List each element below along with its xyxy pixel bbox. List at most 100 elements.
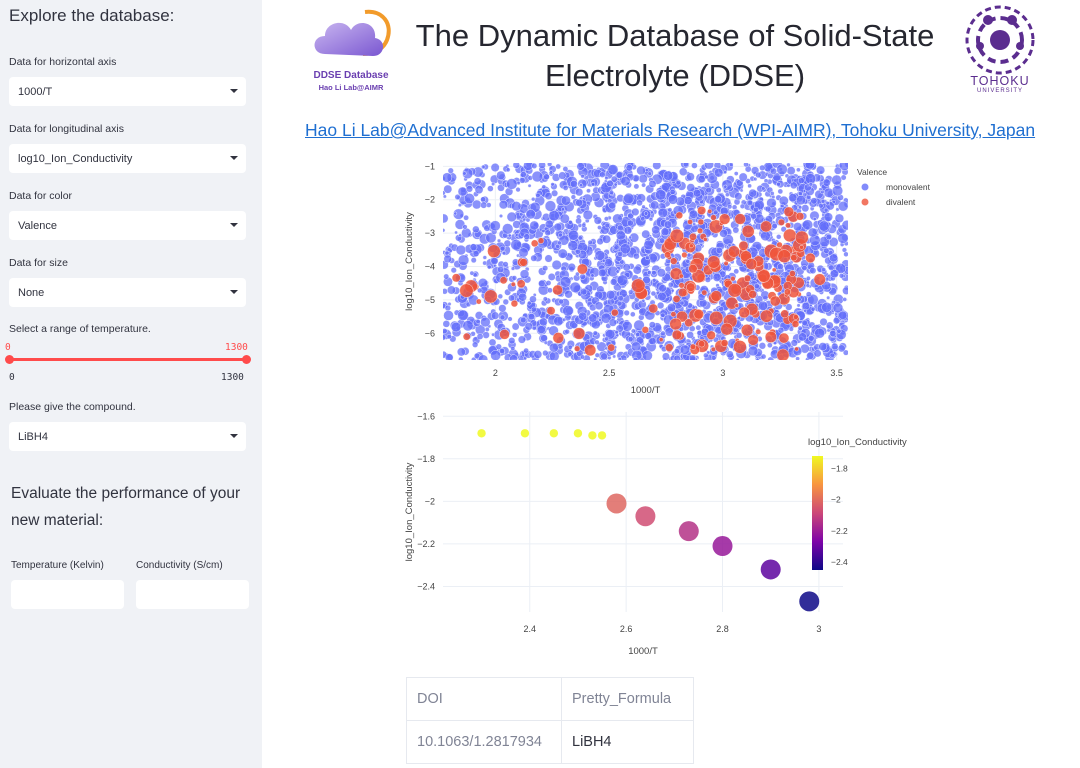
scatter-point bbox=[573, 429, 583, 438]
scatter-point-monovalent bbox=[777, 263, 784, 270]
scatter-point-monovalent bbox=[604, 258, 613, 268]
size-select[interactable]: None bbox=[9, 278, 246, 307]
scatter-point-monovalent bbox=[496, 170, 506, 180]
scatter-point-monovalent bbox=[547, 163, 553, 167]
scatter-point-monovalent bbox=[541, 184, 547, 190]
scatter-point-divalent bbox=[697, 227, 704, 234]
scatter-point-monovalent bbox=[478, 354, 489, 360]
scatter-point-monovalent bbox=[578, 311, 588, 321]
scatter-point-monovalent bbox=[643, 239, 654, 250]
scatter-point-monovalent bbox=[575, 188, 584, 197]
scatter-point-monovalent bbox=[535, 192, 541, 198]
scatter-point-monovalent bbox=[738, 172, 748, 182]
scatter-point-divalent bbox=[799, 245, 804, 250]
longitudinal-axis-select[interactable]: log10_Ion_Conductivity bbox=[9, 144, 246, 173]
scatter-point-monovalent bbox=[486, 264, 492, 270]
scatter-point-monovalent bbox=[617, 295, 624, 302]
scatter-point-monovalent bbox=[723, 184, 728, 189]
scatter-point-monovalent bbox=[614, 330, 619, 335]
scatter-point-monovalent bbox=[820, 198, 826, 204]
temperature-input[interactable] bbox=[11, 580, 124, 609]
scatter-point-monovalent bbox=[515, 187, 521, 193]
scatter-point-monovalent bbox=[825, 233, 832, 241]
scatter-point-monovalent bbox=[538, 279, 546, 288]
scatter-point-monovalent bbox=[770, 191, 775, 196]
compound-scatter-chart[interactable]: −1.6 −1.8 −2 −2.2 −2.4 2.4 2.6 2.8 3 1000/T log10_… bbox=[398, 410, 938, 660]
scatter-point-monovalent bbox=[821, 302, 832, 313]
scatter-point-monovalent bbox=[734, 192, 743, 201]
scatter-point-monovalent bbox=[648, 216, 654, 222]
scatter-point-monovalent bbox=[458, 356, 464, 360]
scatter-point-monovalent bbox=[737, 316, 741, 321]
scatter-point-divalent bbox=[459, 283, 474, 298]
scatter-point-divalent bbox=[519, 258, 528, 267]
valence-scatter-chart[interactable]: −1 −2 −3 −4 −5 −6 2 2.5 3 3.5 1000/T log10_Ion_Cond… bbox=[398, 155, 938, 405]
temperature-slider-track[interactable] bbox=[9, 358, 246, 361]
scatter-point-monovalent bbox=[842, 286, 848, 295]
y-tick-label: −2 bbox=[425, 195, 435, 205]
conductivity-input[interactable] bbox=[136, 580, 249, 609]
compound-value: LiBH4 bbox=[18, 430, 48, 443]
compound-select[interactable]: LiBH4 bbox=[9, 422, 246, 451]
scatter-point-monovalent bbox=[823, 207, 829, 213]
scatter-point-monovalent bbox=[567, 240, 579, 251]
scatter-point-divalent bbox=[748, 290, 757, 299]
scatter-point-divalent bbox=[760, 309, 773, 323]
scatter-point-monovalent bbox=[798, 205, 803, 210]
scatter-point-monovalent bbox=[564, 329, 570, 335]
scatter-point-monovalent bbox=[685, 258, 691, 264]
scatter-point-monovalent bbox=[777, 326, 785, 334]
scatter-point-monovalent bbox=[593, 357, 598, 360]
slider-high-value: 1300 bbox=[225, 342, 248, 353]
scatter-point-monovalent bbox=[665, 216, 670, 221]
scatter-point-monovalent bbox=[531, 163, 538, 169]
scatter-point-monovalent bbox=[603, 216, 609, 222]
scatter-point-monovalent bbox=[617, 357, 622, 360]
scatter-point-monovalent bbox=[544, 254, 553, 263]
scatter-point-monovalent bbox=[667, 303, 676, 312]
y-tick-label: −6 bbox=[425, 328, 435, 338]
temperature-slider-low-thumb[interactable] bbox=[5, 355, 14, 364]
scatter-point-monovalent bbox=[558, 171, 567, 180]
scatter-point-monovalent bbox=[582, 209, 593, 220]
scatter-point-monovalent bbox=[575, 249, 581, 255]
scatter-point-monovalent bbox=[530, 306, 537, 313]
y-tick-label: −1.6 bbox=[417, 411, 435, 421]
scatter-point-monovalent bbox=[518, 292, 527, 302]
scatter-point-monovalent bbox=[446, 334, 452, 340]
university-name-text: TOHOKU bbox=[970, 74, 1030, 88]
lab-link[interactable]: Hao Li Lab@Advanced Institute for Materi… bbox=[305, 120, 1035, 141]
table-header-doi: DOI bbox=[406, 677, 562, 721]
scatter-point-monovalent bbox=[604, 176, 609, 181]
scatter-point-monovalent bbox=[482, 331, 490, 339]
color-select[interactable]: Valence bbox=[9, 211, 246, 240]
scatter-point-monovalent bbox=[590, 182, 596, 187]
scatter-point-monovalent bbox=[445, 353, 454, 360]
scatter-point-monovalent bbox=[675, 180, 681, 186]
size-label: Data for size bbox=[9, 257, 68, 269]
scatter-point-divalent bbox=[707, 208, 713, 214]
scatter-point-monovalent bbox=[561, 207, 565, 212]
slider-min-tick: 0 bbox=[9, 372, 15, 383]
university-subtext: UNIVERSITY bbox=[976, 88, 1023, 94]
scatter-point-monovalent bbox=[739, 188, 744, 193]
scatter-point-monovalent bbox=[496, 238, 502, 243]
scatter-point-monovalent bbox=[553, 222, 563, 232]
scatter-point-divalent bbox=[669, 228, 685, 244]
scatter-point-divalent bbox=[707, 255, 721, 269]
scatter-point-monovalent bbox=[564, 290, 573, 299]
scatter-point-monovalent bbox=[502, 223, 514, 235]
scatter-point-monovalent bbox=[758, 342, 766, 350]
scatter-point-monovalent bbox=[476, 333, 484, 340]
scatter-point-monovalent bbox=[652, 278, 657, 283]
scatter-point-monovalent bbox=[843, 251, 848, 257]
scatter-point-monovalent bbox=[627, 336, 634, 342]
scatter-point-monovalent bbox=[662, 352, 670, 360]
scatter-point-monovalent bbox=[725, 192, 730, 197]
scatter-point-monovalent bbox=[598, 268, 607, 278]
y-tick-label: −2 bbox=[425, 496, 435, 506]
scatter-point-divalent bbox=[684, 318, 693, 328]
horizontal-axis-select[interactable]: 1000/T bbox=[9, 77, 246, 106]
scatter-point-monovalent bbox=[562, 166, 569, 172]
temperature-slider-high-thumb[interactable] bbox=[242, 355, 251, 364]
